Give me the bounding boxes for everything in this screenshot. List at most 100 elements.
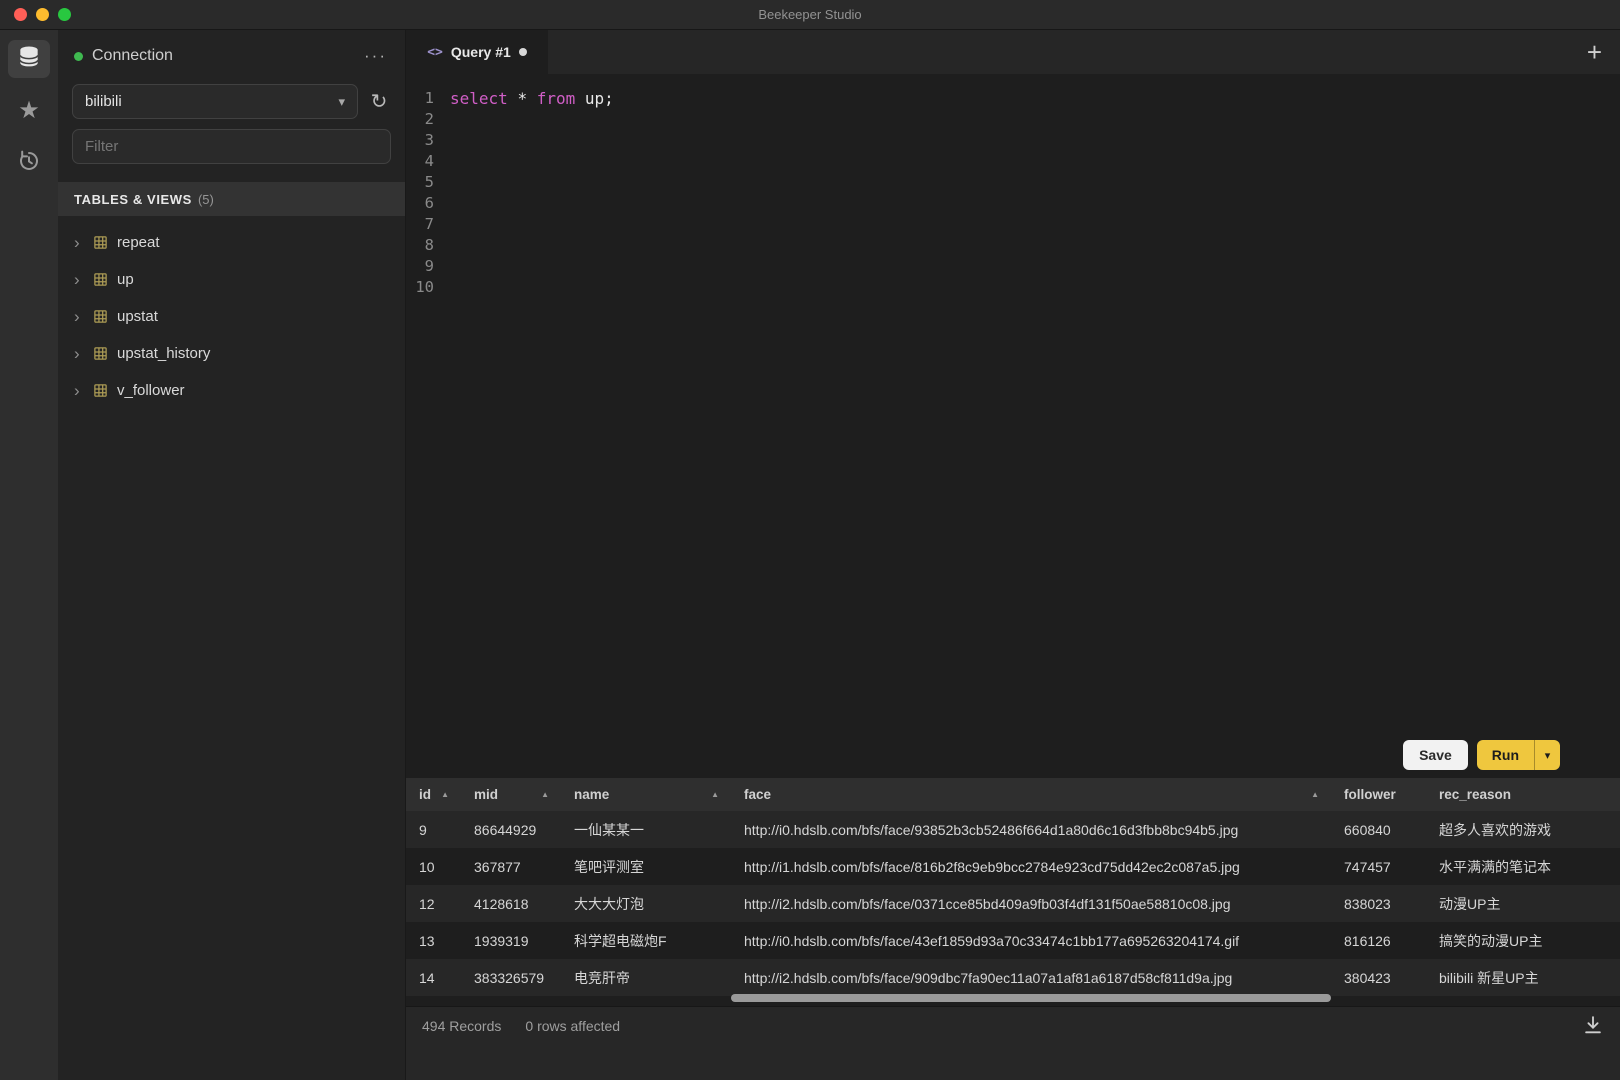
chevron-right-icon[interactable]: › — [74, 271, 84, 288]
cell-id[interactable]: 14 — [406, 970, 461, 986]
cell-face[interactable]: http://i2.hdslb.com/bfs/face/909dbc7fa90… — [731, 970, 1331, 986]
sidebar-table-item[interactable]: ›up — [58, 261, 405, 298]
table-row[interactable]: 10367877笔吧评测室http://i1.hdslb.com/bfs/fac… — [406, 848, 1620, 885]
column-label: mid — [474, 787, 498, 802]
minimize-window-button[interactable] — [36, 8, 49, 21]
sidebar: Connection ··· bilibili ▾ ↻ TABLES & VIE… — [58, 30, 406, 1080]
sidebar-table-item[interactable]: › repeat — [58, 224, 405, 261]
column-label: follower — [1344, 787, 1396, 802]
chevron-right-icon[interactable]: › — [74, 382, 84, 399]
table-row[interactable]: 131939319科学超电磁炮Fhttp://i0.hdslb.com/bfs/… — [406, 922, 1620, 959]
table-name: repeat — [117, 234, 160, 251]
cell-follower[interactable]: 660840 — [1331, 822, 1426, 838]
cell-id[interactable]: 9 — [406, 822, 461, 838]
cell-mid[interactable]: 383326579 — [461, 970, 561, 986]
cell-face[interactable]: http://i0.hdslb.com/bfs/face/43ef1859d93… — [731, 933, 1331, 949]
line-number: 10 — [406, 277, 434, 298]
download-results-button[interactable] — [1582, 1014, 1604, 1041]
cell-id[interactable]: 12 — [406, 896, 461, 912]
results-table: id▲mid▲name▲face▲followerrec_reason 9866… — [406, 778, 1620, 1006]
column-header-mid[interactable]: mid ▲ — [461, 778, 561, 811]
cell-follower[interactable]: 380423 — [1331, 970, 1426, 986]
sort-arrow-icon[interactable]: ▲ — [541, 790, 549, 799]
column-header-id[interactable]: id ▲ — [406, 778, 461, 811]
cell-rec_reason[interactable]: 动漫UP主 — [1426, 894, 1620, 914]
run-button[interactable]: Run — [1477, 740, 1534, 770]
cell-id[interactable]: 10 — [406, 859, 461, 875]
chevron-right-icon[interactable]: › — [74, 308, 84, 325]
column-label: face — [744, 787, 771, 802]
sort-arrow-icon[interactable]: ▲ — [441, 790, 449, 799]
run-options-button[interactable]: ▾ — [1534, 740, 1560, 770]
title-bar: Beekeeper Studio — [0, 0, 1620, 30]
database-select-value: bilibili — [85, 93, 122, 110]
filter-input[interactable] — [72, 129, 391, 164]
cell-rec_reason[interactable]: 水平满满的笔记本 — [1426, 857, 1620, 877]
rail-item-tables[interactable] — [8, 40, 50, 78]
sort-arrow-icon[interactable]: ▲ — [1311, 790, 1319, 799]
table-row[interactable]: 14383326579电竞肝帝http://i2.hdslb.com/bfs/f… — [406, 959, 1620, 996]
code-line[interactable]: select * from up; — [450, 88, 1620, 109]
cell-name[interactable]: 大大大灯泡 — [561, 894, 731, 914]
cell-rec_reason[interactable]: 搞笑的动漫UP主 — [1426, 931, 1620, 951]
database-select[interactable]: bilibili ▾ — [72, 84, 358, 119]
code-token-keyword: select — [450, 89, 508, 108]
close-window-button[interactable] — [14, 8, 27, 21]
sidebar-table-item[interactable]: ›upstat_history — [58, 335, 405, 372]
editor-gutter: 12345678910 — [406, 88, 442, 778]
column-header-face[interactable]: face ▲ — [731, 778, 1331, 811]
line-number: 1 — [406, 88, 434, 109]
connection-header: Connection ··· — [58, 30, 405, 82]
scrollbar-thumb[interactable] — [731, 994, 1331, 1002]
rail-item-history[interactable] — [8, 144, 50, 182]
line-number: 8 — [406, 235, 434, 256]
connection-menu-button[interactable]: ··· — [364, 46, 387, 66]
cell-rec_reason[interactable]: 超多人喜欢的游戏 — [1426, 820, 1620, 840]
query-editor[interactable]: 12345678910 select * from up; Save Run ▾ — [406, 74, 1620, 778]
cell-follower[interactable]: 838023 — [1331, 896, 1426, 912]
chevron-right-icon[interactable]: › — [74, 345, 84, 362]
zoom-window-button[interactable] — [58, 8, 71, 21]
cell-follower[interactable]: 747457 — [1331, 859, 1426, 875]
tables-section-title: TABLES & VIEWS — [74, 192, 192, 207]
table-row[interactable]: 124128618大大大灯泡http://i2.hdslb.com/bfs/fa… — [406, 885, 1620, 922]
table-row[interactable]: 986644929一仙某某一http://i0.hdslb.com/bfs/fa… — [406, 811, 1620, 848]
code-token-keyword: from — [537, 89, 576, 108]
tab-query-1[interactable]: <> Query #1 — [406, 30, 548, 74]
cell-name[interactable]: 电竞肝帝 — [561, 968, 731, 988]
new-tab-button[interactable]: + — [1587, 30, 1602, 74]
cell-id[interactable]: 13 — [406, 933, 461, 949]
unsaved-indicator-dot — [519, 48, 527, 56]
cell-mid[interactable]: 367877 — [461, 859, 561, 875]
window-title: Beekeeper Studio — [758, 7, 861, 22]
rail-item-saved-queries[interactable]: ★ — [8, 92, 50, 130]
sort-arrow-icon[interactable]: ▲ — [711, 790, 719, 799]
cell-follower[interactable]: 816126 — [1331, 933, 1426, 949]
cell-mid[interactable]: 86644929 — [461, 822, 561, 838]
chevron-down-icon: ▾ — [1545, 750, 1551, 762]
cell-name[interactable]: 科学超电磁炮F — [561, 931, 731, 951]
cell-rec_reason[interactable]: bilibili 新星UP主 — [1426, 968, 1620, 988]
cell-face[interactable]: http://i0.hdslb.com/bfs/face/93852b3cb52… — [731, 822, 1331, 838]
cell-name[interactable]: 一仙某某一 — [561, 820, 731, 840]
sidebar-table-item[interactable]: ›upstat — [58, 298, 405, 335]
save-button[interactable]: Save — [1403, 740, 1468, 770]
column-header-name[interactable]: name▲ — [561, 778, 731, 811]
code-token-plain — [508, 89, 518, 108]
icon-rail: ★ — [0, 30, 58, 1080]
column-header-rec_reason[interactable]: rec_reason — [1426, 778, 1620, 811]
sidebar-table-item[interactable]: ›v_follower — [58, 372, 405, 409]
star-icon: ★ — [18, 99, 40, 123]
cell-face[interactable]: http://i1.hdslb.com/bfs/face/816b2f8c9eb… — [731, 859, 1331, 875]
cell-mid[interactable]: 1939319 — [461, 933, 561, 949]
cell-name[interactable]: 笔吧评测室 — [561, 857, 731, 877]
cell-mid[interactable]: 4128618 — [461, 896, 561, 912]
chevron-down-icon: ▾ — [338, 94, 345, 110]
column-label: id — [419, 787, 431, 802]
cell-face[interactable]: http://i2.hdslb.com/bfs/face/0371cce85bd… — [731, 896, 1331, 912]
refresh-tables-button[interactable]: ↻ — [367, 92, 391, 112]
column-header-follower[interactable]: follower — [1331, 778, 1426, 811]
chevron-right-icon[interactable]: › — [74, 234, 84, 251]
app-window: Beekeeper Studio ★ — [0, 0, 1620, 1080]
horizontal-scrollbar[interactable] — [406, 994, 1620, 1004]
